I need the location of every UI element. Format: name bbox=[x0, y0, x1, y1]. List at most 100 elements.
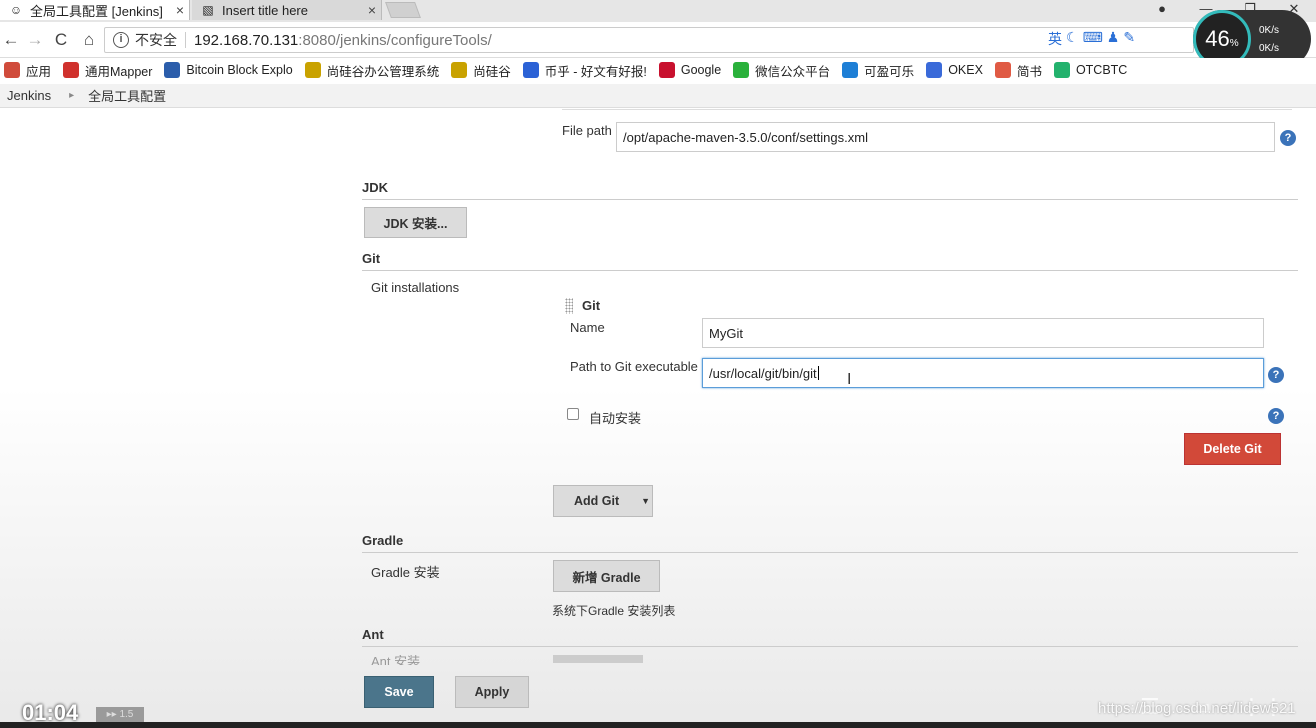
info-icon[interactable]: i bbox=[113, 32, 129, 48]
git-name-label: Name bbox=[570, 320, 605, 335]
gradle-list-caption: 系统下Gradle 安装列表 bbox=[552, 604, 676, 618]
new-tab-button[interactable] bbox=[385, 2, 421, 18]
delete-git-button[interactable]: Delete Git bbox=[1184, 433, 1281, 465]
bookmark-item[interactable]: 尚硅谷办公管理系统 bbox=[304, 61, 440, 80]
ime-icon[interactable]: 英 bbox=[1048, 29, 1062, 49]
help-icon[interactable]: ? bbox=[1268, 408, 1284, 424]
profile-icon[interactable]: ● bbox=[1140, 0, 1184, 20]
bookmark-item[interactable]: OTCBTC bbox=[1053, 62, 1128, 78]
git-path-value: /usr/local/git/bin/git bbox=[709, 365, 817, 381]
download-rate: 0K/s bbox=[1259, 43, 1280, 54]
breadcrumb: Jenkins ▸ 全局工具配置 bbox=[0, 84, 1316, 108]
home-icon[interactable]: ⌂ bbox=[78, 29, 100, 51]
bookmark-favicon-icon bbox=[1053, 62, 1070, 78]
bookmark-label: 币乎 - 好文有好报! bbox=[544, 64, 647, 79]
bookmark-item[interactable]: 可盈可乐 bbox=[842, 61, 914, 80]
bookmark-item[interactable]: 简书 bbox=[994, 61, 1042, 80]
tab-label: Insert title here bbox=[222, 2, 308, 18]
tab-close-icon[interactable]: × bbox=[363, 2, 381, 18]
extension-icons: 英 ☾ ⌨ ♟ ✎ bbox=[1048, 29, 1135, 49]
bookmark-item[interactable]: 应用 bbox=[4, 61, 51, 80]
bookmark-favicon-icon bbox=[522, 62, 539, 78]
bookmark-label: OTCBTC bbox=[1075, 63, 1128, 77]
bookmark-item[interactable]: 币乎 - 好文有好报! bbox=[522, 61, 647, 80]
ant-section-title: Ant bbox=[362, 627, 384, 642]
breadcrumb-current[interactable]: 全局工具配置 bbox=[88, 86, 166, 105]
help-icon[interactable]: ? bbox=[1268, 367, 1284, 383]
tab-close-icon[interactable]: × bbox=[171, 2, 189, 18]
gradle-divider bbox=[362, 552, 1298, 553]
bookmark-favicon-icon bbox=[994, 62, 1011, 78]
url-path: :8080/jenkins/configureTools/ bbox=[298, 31, 492, 49]
bookmark-label: 尚硅谷 bbox=[473, 64, 511, 79]
gradle-install-label: Gradle 安装 bbox=[371, 565, 440, 580]
bookmark-favicon-icon bbox=[926, 62, 943, 78]
git-section-title: Git bbox=[362, 251, 381, 266]
bookmark-label: 尚硅谷办公管理系统 bbox=[326, 64, 440, 79]
bookmark-item[interactable]: Bitcoin Block Explo bbox=[164, 62, 293, 78]
git-name-input[interactable]: MyGit bbox=[702, 318, 1264, 348]
ant-install-button[interactable] bbox=[553, 655, 643, 663]
jdk-install-button[interactable]: JDK 安装... bbox=[364, 207, 467, 238]
wrench-icon[interactable]: ✎ bbox=[1123, 29, 1135, 49]
help-icon[interactable]: ? bbox=[1280, 130, 1296, 146]
ant-divider bbox=[362, 646, 1298, 647]
user-icon[interactable]: ♟ bbox=[1107, 29, 1120, 49]
configure-tools-page: File path /opt/apache-maven-3.5.0/conf/s… bbox=[0, 109, 1316, 728]
breadcrumb-chevron-icon: ▸ bbox=[69, 90, 75, 101]
file-path-label: File path bbox=[562, 123, 612, 138]
bookmark-item[interactable]: OKEX bbox=[926, 62, 983, 78]
bookmark-favicon-icon bbox=[164, 62, 181, 78]
bookmark-item[interactable]: 微信公众平台 bbox=[733, 61, 830, 80]
git-path-input[interactable]: /usr/local/git/bin/git bbox=[702, 358, 1264, 388]
bookmark-label: 简书 bbox=[1016, 64, 1042, 79]
tab-jenkins[interactable]: ☺ 全局工具配置 [Jenkins] × bbox=[0, 0, 190, 20]
back-icon[interactable]: ← bbox=[0, 29, 22, 51]
bookmark-label: 通用Mapper bbox=[85, 64, 153, 79]
cpu-percent: 46 bbox=[1205, 26, 1230, 51]
speed-rates: 0K/s 0K/s bbox=[1259, 22, 1279, 58]
bookmark-label: 可盈可乐 bbox=[864, 64, 915, 79]
top-divider bbox=[562, 109, 1292, 110]
drag-handle-icon[interactable] bbox=[565, 298, 573, 314]
bookmark-item[interactable]: Google bbox=[658, 62, 722, 78]
bookmark-favicon-icon bbox=[842, 62, 859, 78]
video-progress-bar[interactable] bbox=[0, 722, 1316, 728]
bookmark-favicon-icon bbox=[733, 62, 750, 78]
file-path-input[interactable]: /opt/apache-maven-3.5.0/conf/settings.xm… bbox=[616, 122, 1275, 152]
bookmarks-bar: 应用 通用Mapper Bitcoin Block Explo 尚硅谷办公管理系统 尚硅… bbox=[0, 58, 1316, 82]
watermark: https://blog.csdn.net/lidew521 bbox=[1098, 700, 1296, 717]
insecure-label: 不安全 bbox=[135, 32, 177, 48]
save-button[interactable]: Save bbox=[364, 676, 434, 708]
reload-icon[interactable]: C bbox=[50, 29, 72, 51]
ant-install-label: Ant 安装 bbox=[371, 655, 421, 665]
bookmark-favicon-icon bbox=[63, 62, 80, 78]
jdk-divider bbox=[362, 199, 1298, 200]
auto-install-checkbox[interactable] bbox=[567, 408, 579, 420]
bookmark-item[interactable]: 尚硅谷 bbox=[451, 61, 511, 80]
add-gradle-button[interactable]: 新增 Gradle bbox=[553, 560, 660, 592]
breadcrumb-jenkins[interactable]: Jenkins bbox=[7, 88, 51, 103]
moon-icon[interactable]: ☾ bbox=[1066, 29, 1079, 49]
forward-icon[interactable]: → bbox=[24, 29, 46, 51]
text-caret bbox=[817, 366, 819, 380]
bookmark-item[interactable]: 通用Mapper bbox=[63, 61, 152, 80]
git-divider bbox=[362, 270, 1298, 271]
git-path-label: Path to Git executable bbox=[570, 359, 698, 374]
tab-insert-title[interactable]: ▧ Insert title here × bbox=[192, 0, 382, 20]
gradle-section-title: Gradle bbox=[362, 533, 404, 548]
address-bar[interactable]: i 不安全 192.168.70.131:8080/jenkins/config… bbox=[104, 27, 1194, 53]
playback-speed-badge[interactable]: ▸▸ 1.5 bbox=[96, 707, 144, 723]
add-git-button[interactable]: Add Git ▼ bbox=[553, 485, 653, 517]
jenkins-favicon-icon: ☺ bbox=[9, 3, 23, 17]
auto-install-label: 自动安装 bbox=[589, 411, 642, 426]
bookmark-label: 微信公众平台 bbox=[755, 64, 831, 79]
address-divider bbox=[185, 32, 186, 48]
keyboard-icon[interactable]: ⌨ bbox=[1083, 29, 1103, 49]
bookmark-favicon-icon bbox=[658, 62, 675, 78]
tab-label: 全局工具配置 [Jenkins] bbox=[30, 3, 163, 19]
upload-rate: 0K/s bbox=[1259, 25, 1280, 36]
bookmark-label: Google bbox=[680, 63, 722, 77]
apply-button[interactable]: Apply bbox=[455, 676, 529, 708]
bookmark-label: 应用 bbox=[26, 64, 52, 79]
